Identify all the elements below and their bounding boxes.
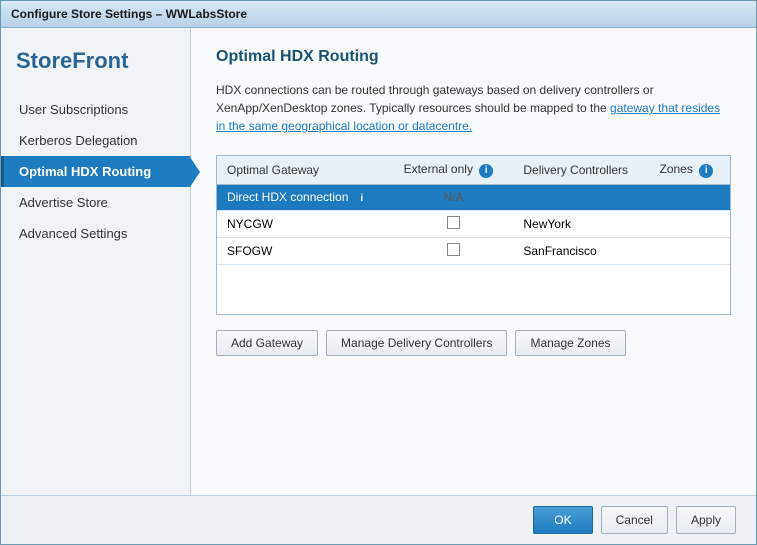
zones-info-icon[interactable]: i — [699, 164, 713, 178]
sidebar-item-user-subscriptions[interactable]: User Subscriptions — [1, 94, 190, 125]
routing-table: Optimal Gateway External only i Delivery… — [217, 156, 730, 265]
description: HDX connections can be routed through ga… — [216, 81, 731, 135]
ok-button[interactable]: OK — [533, 506, 592, 534]
table-container: Optimal Gateway External only i Delivery… — [216, 155, 731, 315]
window: Configure Store Settings – WWLabsStore S… — [0, 0, 757, 545]
external-only-checkbox[interactable] — [447, 243, 460, 256]
external-only-cell: N/A — [394, 184, 514, 211]
delivery-controllers-cell: SanFrancisco — [513, 238, 649, 265]
manage-delivery-controllers-button[interactable]: Manage Delivery Controllers — [326, 330, 507, 356]
table-row[interactable]: NYCGW NewYork — [217, 211, 730, 238]
sidebar-item-label: Advanced Settings — [19, 226, 127, 241]
delivery-controllers-cell: NewYork — [513, 211, 649, 238]
col-delivery-controllers: Delivery Controllers — [513, 156, 649, 184]
zones-cell — [650, 211, 731, 238]
window-title: Configure Store Settings – WWLabsStore — [11, 7, 247, 21]
description-text-part1: HDX connections can be routed through ga… — [216, 83, 654, 115]
table-header-row: Optimal Gateway External only i Delivery… — [217, 156, 730, 184]
sidebar-item-label: Advertise Store — [19, 195, 108, 210]
external-only-cell[interactable] — [394, 211, 514, 238]
direct-hdx-info-icon[interactable]: i — [355, 191, 369, 205]
content-area: StoreFront User Subscriptions Kerberos D… — [1, 28, 756, 495]
sidebar: StoreFront User Subscriptions Kerberos D… — [1, 28, 191, 495]
main-content: Optimal HDX Routing HDX connections can … — [191, 28, 756, 495]
delivery-controllers-cell — [513, 184, 649, 211]
gateway-cell: Direct HDX connection i — [217, 184, 394, 211]
action-buttons: Add Gateway Manage Delivery Controllers … — [216, 330, 731, 356]
footer: OK Cancel Apply — [1, 495, 756, 544]
gateway-cell: NYCGW — [217, 211, 394, 238]
section-title: Optimal HDX Routing — [216, 48, 731, 66]
col-external-only: External only i — [394, 156, 514, 184]
col-optimal-gateway: Optimal Gateway — [217, 156, 394, 184]
zones-cell — [650, 238, 731, 265]
external-only-info-icon[interactable]: i — [479, 164, 493, 178]
apply-button[interactable]: Apply — [676, 506, 736, 534]
sidebar-item-label: Kerberos Delegation — [19, 133, 138, 148]
sidebar-item-advanced-settings[interactable]: Advanced Settings — [1, 218, 190, 249]
external-only-cell[interactable] — [394, 238, 514, 265]
sidebar-item-label: User Subscriptions — [19, 102, 128, 117]
gateway-cell: SFOGW — [217, 238, 394, 265]
table-row[interactable]: Direct HDX connection i N/A — [217, 184, 730, 211]
sidebar-item-label: Optimal HDX Routing — [19, 164, 151, 179]
external-only-checkbox[interactable] — [447, 216, 460, 229]
col-zones: Zones i — [650, 156, 731, 184]
title-bar: Configure Store Settings – WWLabsStore — [1, 1, 756, 28]
sidebar-item-advertise-store[interactable]: Advertise Store — [1, 187, 190, 218]
table-row[interactable]: SFOGW SanFrancisco — [217, 238, 730, 265]
cancel-button[interactable]: Cancel — [601, 506, 668, 534]
sidebar-item-optimal-hdx-routing[interactable]: Optimal HDX Routing — [1, 156, 190, 187]
sidebar-brand: StoreFront — [1, 38, 190, 94]
zones-cell — [650, 184, 731, 211]
add-gateway-button[interactable]: Add Gateway — [216, 330, 318, 356]
sidebar-item-kerberos-delegation[interactable]: Kerberos Delegation — [1, 125, 190, 156]
manage-zones-button[interactable]: Manage Zones — [515, 330, 625, 356]
